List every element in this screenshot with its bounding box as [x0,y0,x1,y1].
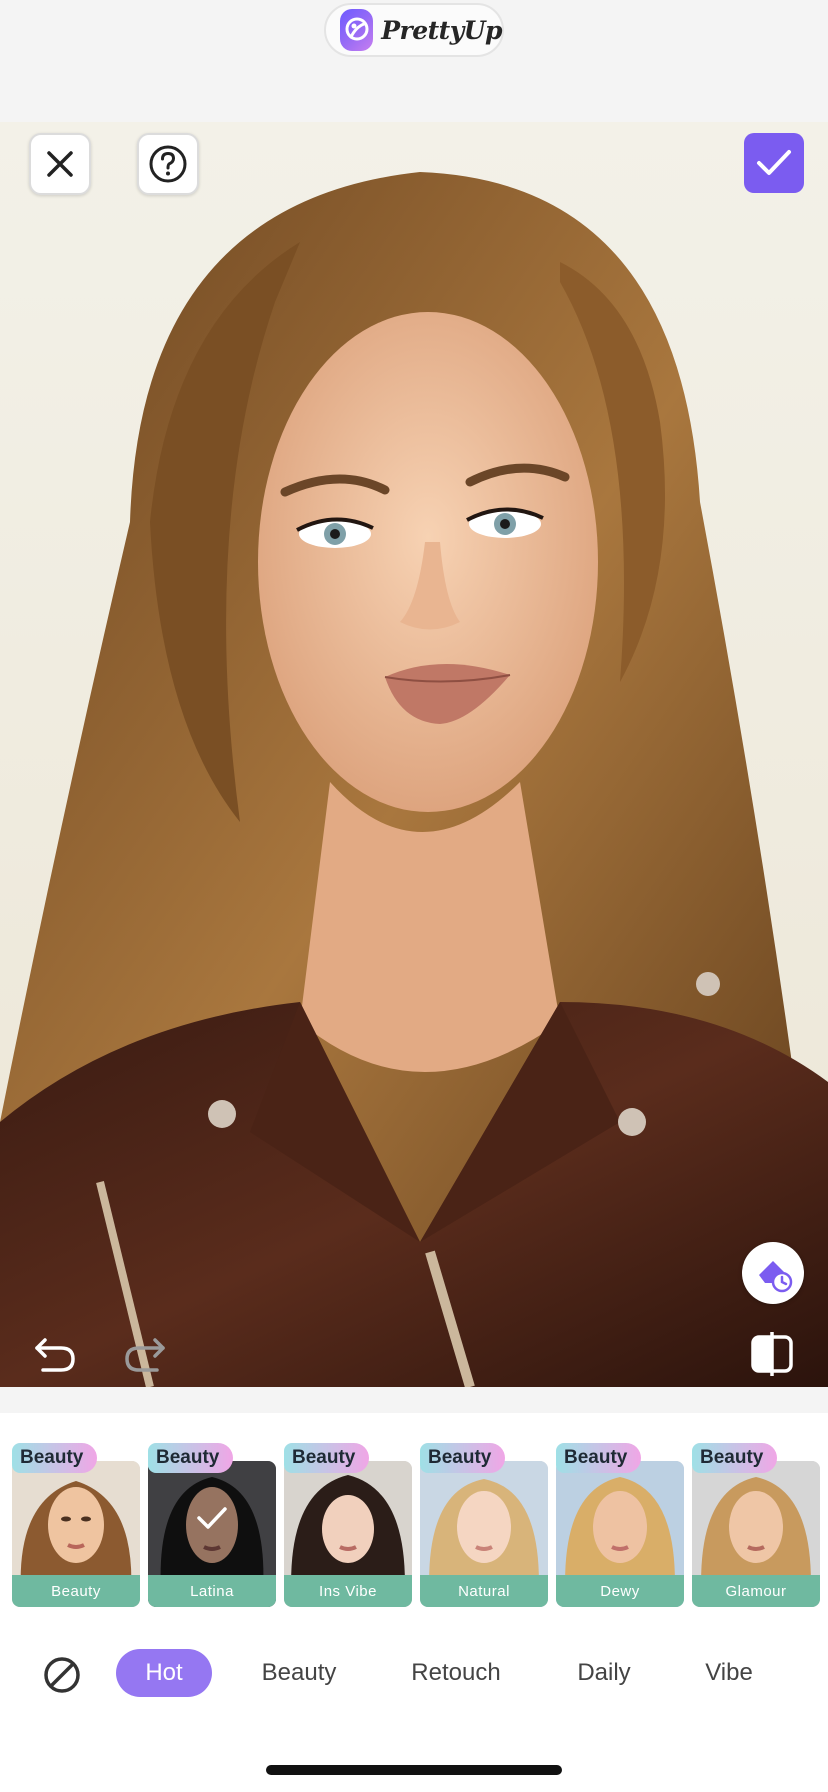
category-tabs: Hot Beauty Retouch Daily Vibe [0,1649,828,1699]
redo-button[interactable] [120,1332,170,1376]
preset-label: Dewy [556,1575,684,1607]
preset-dewy[interactable]: Beauty Dewy [556,1443,684,1607]
help-button[interactable] [137,133,199,195]
preset-tag: Beauty [692,1443,778,1473]
app-badge: PrettyUp [324,3,504,57]
no-filter-icon [44,1657,80,1693]
home-indicator[interactable] [266,1765,562,1775]
preset-tag: Beauty [12,1443,98,1473]
preset-natural[interactable]: Beauty Natural [420,1443,548,1607]
preset-ins-vibe[interactable]: Beauty Ins Vibe [284,1443,412,1607]
tab-hot[interactable]: Hot [116,1649,212,1697]
compare-button[interactable] [748,1330,796,1378]
selected-check-icon [148,1461,276,1575]
compare-icon [751,1332,793,1376]
panel-divider [0,1387,828,1413]
no-filter-button[interactable] [42,1655,82,1695]
preset-label: Ins Vibe [284,1575,412,1607]
undo-button[interactable] [30,1332,80,1376]
preset-tag: Beauty [148,1443,234,1473]
preset-tag: Beauty [420,1443,506,1473]
confirm-button[interactable] [744,133,804,193]
photo-canvas[interactable] [0,122,828,1387]
preset-tag: Beauty [284,1443,370,1473]
tab-retouch[interactable]: Retouch [404,1649,508,1697]
help-icon [149,145,187,183]
top-bar: PrettyUp [0,0,828,122]
preset-beauty[interactable]: Beauty Beauty [12,1443,140,1607]
tab-vibe[interactable]: Vibe [698,1649,760,1697]
redo-icon [125,1338,165,1372]
checkmark-icon [757,150,791,175]
bottom-panel: Beauty Beauty Beauty Latina Beauty Ins V… [0,1387,828,1792]
preset-label: Latina [148,1575,276,1607]
tab-daily[interactable]: Daily [570,1649,638,1697]
preset-tag: Beauty [556,1443,642,1473]
eraser-history-button[interactable] [742,1242,804,1304]
eraser-history-icon [759,1261,793,1293]
portrait-photo [0,122,828,1387]
undo-icon [35,1338,75,1372]
preset-label: Glamour [692,1575,820,1607]
tab-beauty[interactable]: Beauty [256,1649,342,1697]
close-button[interactable] [29,133,91,195]
preset-list: Beauty Beauty Beauty Latina Beauty Ins V… [12,1443,828,1621]
preset-glamour[interactable]: Beauty Glamour [692,1443,820,1607]
preset-label: Beauty [12,1575,140,1607]
close-icon [47,151,73,177]
app-logo-icon [340,9,374,51]
preset-label: Natural [420,1575,548,1607]
preset-latina[interactable]: Beauty Latina [148,1443,276,1607]
app-name: PrettyUp [381,15,502,45]
